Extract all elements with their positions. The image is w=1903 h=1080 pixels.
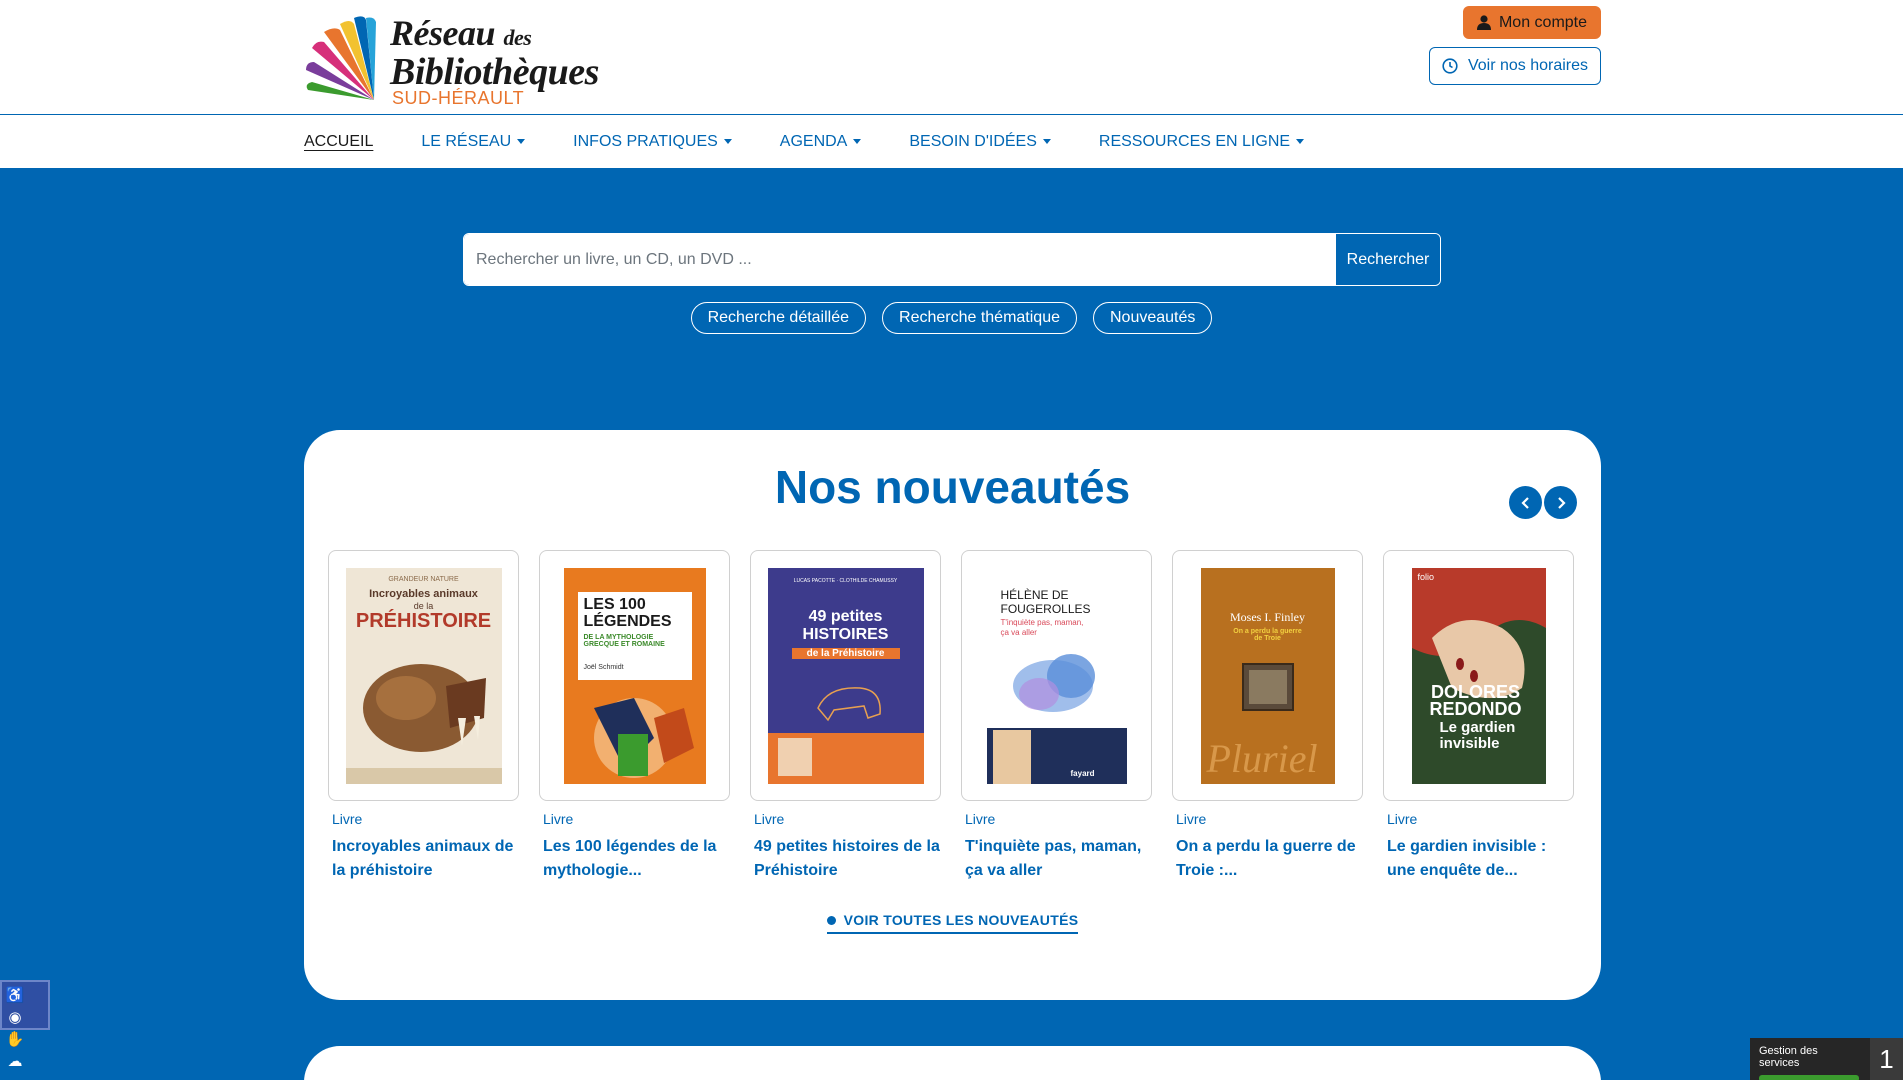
book-cover-frame[interactable]: Moses I. Finley On a perdu la guerre de …	[1172, 550, 1363, 801]
site-logo[interactable]: Réseau des Bibliothèques SUD-HÉRAULT	[304, 8, 614, 108]
nav-item-ressources-en-ligne[interactable]: RESSOURCES EN LIGNE	[1099, 133, 1305, 151]
nav-item-besoin-idees[interactable]: BESOIN D'IDÉES	[909, 133, 1051, 151]
services-count[interactable]: 1	[1870, 1038, 1903, 1080]
cognitive-icon: ☁	[7, 1053, 23, 1070]
logo-line3: SUD-HÉRAULT	[392, 88, 525, 108]
section-title: Nos nouveautés	[774, 461, 1131, 513]
caret-down-icon	[1296, 139, 1305, 144]
book-card[interactable]: Moses I. Finley On a perdu la guerre de …	[1172, 550, 1363, 883]
see-all-label: VOIR TOUTES LES NOUVEAUTÉS	[843, 912, 1079, 928]
caret-down-icon	[1042, 139, 1051, 144]
book-card[interactable]: LUCAS PACOTTE · CLOTHILDE CHAMUSSY 49 pe…	[750, 550, 941, 883]
book-type: Livre	[543, 811, 574, 827]
logo-line1-small: des	[503, 25, 532, 50]
bullet-dot-icon	[826, 915, 836, 925]
nav-item-reseau[interactable]: LE RÉSEAU	[421, 133, 526, 151]
book-type: Livre	[754, 811, 785, 827]
book-title[interactable]: 49 petites histoires de la Préhistoire	[750, 835, 941, 883]
book-title[interactable]: On a perdu la guerre de Troie :...	[1172, 835, 1363, 883]
book-card[interactable]: LES 100 LÉGENDES DE LA MYTHOLOGIE GRECQU…	[539, 550, 730, 883]
logo-line1: Réseau	[390, 13, 496, 53]
caret-down-icon	[517, 139, 526, 144]
nav-item-accueil[interactable]: ACCUEIL	[304, 133, 373, 151]
book-cover-image: GRANDEUR NATURE Incroyables animaux de l…	[345, 567, 502, 784]
hours-label: Voir nos horaires	[1467, 57, 1589, 74]
book-card[interactable]: HÉLÈNE DE FOUGEROLLES T'inquiète pas, ma…	[961, 550, 1152, 883]
search-input[interactable]	[464, 234, 1335, 285]
wheelchair-icon: ♿	[5, 987, 25, 1004]
user-icon	[1476, 15, 1491, 30]
hours-button[interactable]: Voir nos horaires	[1429, 47, 1601, 85]
book-cover-frame[interactable]: LUCAS PACOTTE · CLOTHILDE CHAMUSSY 49 pe…	[750, 550, 941, 801]
search-button[interactable]: Rechercher	[1335, 234, 1440, 285]
book-cover-frame[interactable]: LES 100 LÉGENDES DE LA MYTHOLOGIE GRECQU…	[539, 550, 730, 801]
caret-down-icon	[723, 139, 732, 144]
see-all-link[interactable]: VOIR TOUTES LES NOUVEAUTÉS	[826, 912, 1079, 934]
book-type: Livre	[965, 811, 996, 827]
nav-item-infos-pratiques[interactable]: INFOS PRATIQUES	[573, 133, 732, 151]
book-cover-image: folio DOLORES REDONDO Le gardien invisib…	[1411, 567, 1546, 784]
book-title[interactable]: T'inquiète pas, maman, ça va aller	[961, 835, 1152, 883]
nav-item-agenda[interactable]: AGENDA	[780, 133, 862, 151]
account-label: Mon compte	[1498, 13, 1588, 31]
book-cover-image: LES 100 LÉGENDES DE LA MYTHOLOGIE GRECQU…	[563, 567, 706, 784]
book-card[interactable]: GRANDEUR NATURE Incroyables animaux de l…	[328, 550, 519, 883]
next-section-card	[304, 1046, 1601, 1080]
advanced-search-link[interactable]: Recherche détaillée	[690, 302, 867, 334]
logo-fan-icon	[306, 16, 376, 100]
book-title[interactable]: Incroyables animaux de la préhistoire	[328, 835, 519, 883]
main-nav: ACCUEIL LE RÉSEAU INFOS PRATIQUES AGENDA…	[304, 115, 1352, 168]
eye-slash-icon: ◉	[8, 1009, 22, 1026]
carousel-prev-button[interactable]	[1509, 486, 1542, 519]
carousel-next-button[interactable]	[1544, 486, 1577, 519]
accessibility-widget[interactable]: ♿ ◉ ✋ ☁	[0, 980, 50, 1070]
site-header: Réseau des Bibliothèques SUD-HÉRAULT Mon…	[0, 0, 1903, 168]
book-cover-frame[interactable]: folio DOLORES REDONDO Le gardien invisib…	[1383, 550, 1574, 801]
search-bar: Rechercher	[463, 233, 1441, 286]
caret-down-icon	[853, 139, 862, 144]
search-links: Recherche détaillée Recherche thématique…	[0, 302, 1903, 334]
book-card[interactable]: folio DOLORES REDONDO Le gardien invisib…	[1383, 550, 1574, 883]
book-type: Livre	[332, 811, 363, 827]
cookie-services-panel[interactable]: Gestion des services	[1750, 1038, 1870, 1080]
services-label: Gestion des services	[1759, 1045, 1818, 1069]
book-cover-frame[interactable]: GRANDEUR NATURE Incroyables animaux de l…	[328, 550, 519, 801]
chevron-right-icon	[1557, 496, 1566, 509]
book-cover-frame[interactable]: HÉLÈNE DE FOUGEROLLES T'inquiète pas, ma…	[961, 550, 1152, 801]
book-cover-image: LUCAS PACOTTE · CLOTHILDE CHAMUSSY 49 pe…	[767, 567, 924, 784]
book-cover-image: Moses I. Finley On a perdu la guerre de …	[1200, 567, 1335, 784]
book-carousel: GRANDEUR NATURE Incroyables animaux de l…	[328, 550, 1574, 883]
book-type: Livre	[1176, 811, 1207, 827]
new-items-link[interactable]: Nouveautés	[1093, 302, 1213, 334]
clock-icon	[1442, 58, 1458, 74]
book-title[interactable]: Le gardien invisible : une enquête de...	[1383, 835, 1574, 883]
thematic-search-link[interactable]: Recherche thématique	[882, 302, 1077, 334]
book-title[interactable]: Les 100 légendes de la mythologie...	[539, 835, 730, 883]
book-type: Livre	[1387, 811, 1418, 827]
motor-icon: ✋	[5, 1031, 25, 1048]
chevron-left-icon	[1520, 496, 1529, 509]
see-all-row: VOIR TOUTES LES NOUVEAUTÉS	[304, 912, 1601, 934]
book-cover-image: HÉLÈNE DE FOUGEROLLES T'inquiète pas, ma…	[986, 567, 1127, 784]
account-button[interactable]: Mon compte	[1463, 6, 1601, 39]
new-items-section: Nos nouveautés GRANDEUR NATURE Incroyabl…	[304, 430, 1601, 1000]
services-progress-bar	[1759, 1075, 1859, 1080]
